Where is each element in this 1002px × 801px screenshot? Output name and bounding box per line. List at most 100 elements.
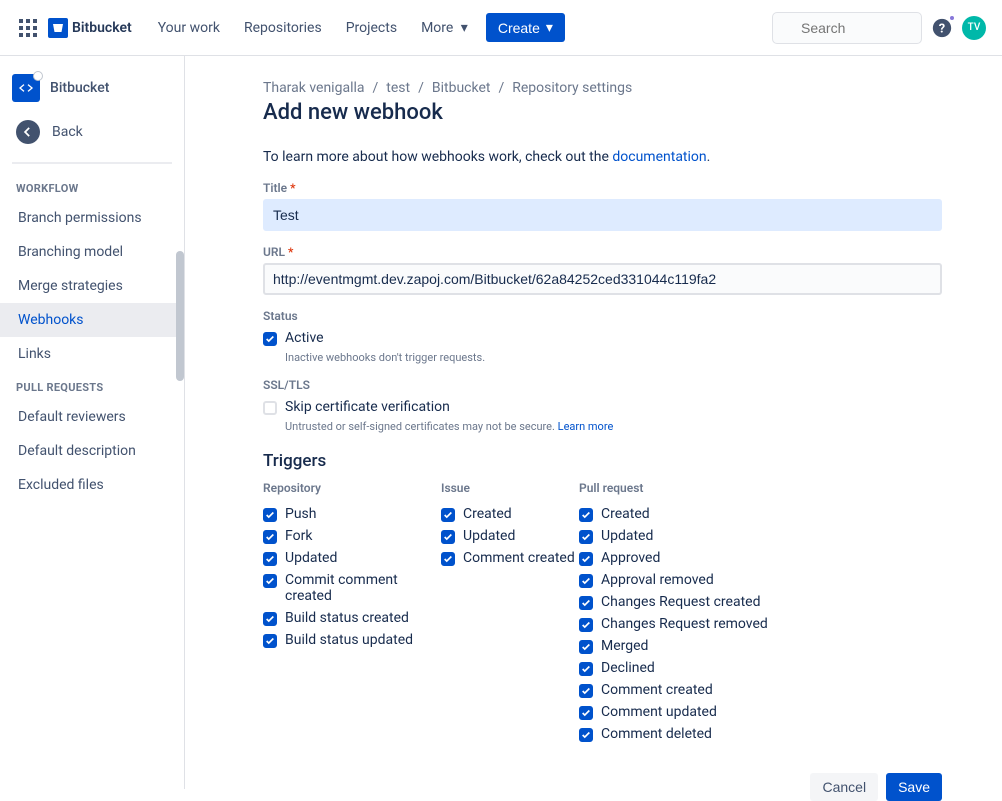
sidebar-group-pull-requests: Pull Requests <box>0 371 184 400</box>
sidebar-item-default-reviewers[interactable]: Default reviewers <box>0 400 184 434</box>
product-logo[interactable]: Bitbucket <box>48 18 132 38</box>
nav-more[interactable]: More ▾ <box>411 14 478 42</box>
sidebar-back[interactable]: Back <box>0 110 184 154</box>
create-button-label: Create <box>498 20 540 36</box>
trigger-pr-comment-deleted-label[interactable]: Comment deleted <box>601 726 712 742</box>
app-switcher-icon[interactable] <box>16 16 40 40</box>
product-name: Bitbucket <box>72 20 132 36</box>
sidebar-item-links[interactable]: Links <box>0 337 184 371</box>
trigger-pr-approval-removed-label[interactable]: Approval removed <box>601 572 714 588</box>
trigger-col-pr: Pull request Created Updated Approved Ap… <box>579 481 768 745</box>
top-navigation: Your work Repositories Projects More ▾ <box>148 14 478 42</box>
trigger-issue-comment-checkbox[interactable] <box>441 552 455 566</box>
trigger-issue-created-label[interactable]: Created <box>463 506 512 522</box>
nav-repositories[interactable]: Repositories <box>234 14 332 42</box>
nav-projects[interactable]: Projects <box>336 14 407 42</box>
save-button[interactable]: Save <box>886 773 942 801</box>
trigger-repo-fork-checkbox[interactable] <box>263 530 277 544</box>
trigger-pr-declined-label[interactable]: Declined <box>601 660 655 676</box>
trigger-pr-cr-removed-label[interactable]: Changes Request removed <box>601 616 768 632</box>
trigger-repo-build-created-label[interactable]: Build status created <box>285 610 409 626</box>
trigger-repo-build-updated-label[interactable]: Build status updated <box>285 632 413 648</box>
trigger-pr-cr-removed-checkbox[interactable] <box>579 618 593 632</box>
url-input[interactable] <box>263 263 942 295</box>
trigger-pr-approved-checkbox[interactable] <box>579 552 593 566</box>
skip-cert-checkbox-label[interactable]: Skip certificate verification <box>285 399 450 415</box>
trigger-repo-updated-label[interactable]: Updated <box>285 550 337 566</box>
trigger-pr-merged-checkbox[interactable] <box>579 640 593 654</box>
title-label-text: Title <box>263 181 287 195</box>
title-input[interactable] <box>263 199 942 231</box>
repo-icon <box>12 74 40 102</box>
trigger-repo-build-created-checkbox[interactable] <box>263 612 277 626</box>
sidebar-item-excluded-files[interactable]: Excluded files <box>0 468 184 502</box>
intro-prefix: To learn more about how webhooks work, c… <box>263 149 612 165</box>
skip-cert-checkbox[interactable] <box>263 401 277 415</box>
repo-lock-icon <box>33 71 43 81</box>
search-wrap <box>772 12 922 44</box>
trigger-pr-created-checkbox[interactable] <box>579 508 593 522</box>
create-button[interactable]: Create ▾ <box>486 13 565 42</box>
trigger-pr-comment-deleted-checkbox[interactable] <box>579 728 593 742</box>
trigger-repo-commit-comment-label[interactable]: Commit comment created <box>285 572 441 604</box>
chevron-down-icon: ▾ <box>461 20 468 36</box>
trigger-repo-commit-comment-checkbox[interactable] <box>263 574 277 588</box>
trigger-pr-approval-removed-checkbox[interactable] <box>579 574 593 588</box>
trigger-repo-push-checkbox[interactable] <box>263 508 277 522</box>
crumb-sep: / <box>498 80 504 96</box>
help-button[interactable]: ? <box>930 16 954 40</box>
crumb-owner[interactable]: Tharak venigalla <box>263 80 365 96</box>
topbar: Bitbucket Your work Repositories Project… <box>0 0 1002 56</box>
sidebar-scrollbar[interactable] <box>176 251 184 381</box>
url-label-text: URL <box>263 245 285 259</box>
trigger-hdr-repository: Repository <box>263 481 441 495</box>
learn-more-link[interactable]: Learn more <box>558 420 614 433</box>
crumb-repo[interactable]: Bitbucket <box>432 80 491 96</box>
search-input[interactable] <box>772 12 922 44</box>
documentation-link[interactable]: documentation <box>612 149 706 165</box>
trigger-pr-cr-created-label[interactable]: Changes Request created <box>601 594 760 610</box>
trigger-pr-created-label[interactable]: Created <box>601 506 650 522</box>
required-icon: * <box>285 245 293 259</box>
intro-suffix: . <box>707 149 711 165</box>
user-avatar[interactable]: TV <box>962 16 986 40</box>
title-label: Title * <box>263 181 942 195</box>
breadcrumb: Tharak venigalla / test / Bitbucket / Re… <box>263 80 942 96</box>
trigger-pr-approved-label[interactable]: Approved <box>601 550 660 566</box>
trigger-pr-comment-created-label[interactable]: Comment created <box>601 682 713 698</box>
trigger-hdr-pr: Pull request <box>579 481 768 495</box>
cancel-button[interactable]: Cancel <box>810 773 878 801</box>
trigger-issue-comment-label[interactable]: Comment created <box>463 550 575 566</box>
trigger-repo-push-label[interactable]: Push <box>285 506 317 522</box>
active-checkbox[interactable] <box>263 332 277 346</box>
ssl-helper-text: Untrusted or self-signed certificates ma… <box>285 420 558 433</box>
trigger-pr-comment-created-checkbox[interactable] <box>579 684 593 698</box>
sidebar-item-webhooks[interactable]: Webhooks <box>0 303 184 337</box>
sidebar-item-merge-strategies[interactable]: Merge strategies <box>0 269 184 303</box>
trigger-repo-build-updated-checkbox[interactable] <box>263 634 277 648</box>
trigger-pr-updated-checkbox[interactable] <box>579 530 593 544</box>
sidebar-repo-name: Bitbucket <box>50 80 109 96</box>
trigger-issue-updated-checkbox[interactable] <box>441 530 455 544</box>
sidebar-repo-header[interactable]: Bitbucket <box>0 66 184 110</box>
trigger-pr-comment-updated-checkbox[interactable] <box>579 706 593 720</box>
crumb-project[interactable]: test <box>386 80 410 96</box>
trigger-repo-fork-label[interactable]: Fork <box>285 528 312 544</box>
crumb-section[interactable]: Repository settings <box>512 80 632 96</box>
sidebar-item-branching-model[interactable]: Branching model <box>0 235 184 269</box>
field-title: Title * <box>263 181 942 231</box>
trigger-pr-comment-updated-label[interactable]: Comment updated <box>601 704 717 720</box>
sidebar-item-default-description[interactable]: Default description <box>0 434 184 468</box>
sidebar: Bitbucket Back Workflow Branch permissio… <box>0 56 185 789</box>
crumb-sep: / <box>418 80 424 96</box>
sidebar-item-branch-permissions[interactable]: Branch permissions <box>0 201 184 235</box>
nav-your-work[interactable]: Your work <box>148 14 230 42</box>
trigger-issue-updated-label[interactable]: Updated <box>463 528 515 544</box>
trigger-pr-declined-checkbox[interactable] <box>579 662 593 676</box>
trigger-repo-updated-checkbox[interactable] <box>263 552 277 566</box>
trigger-pr-merged-label[interactable]: Merged <box>601 638 648 654</box>
active-checkbox-label[interactable]: Active <box>285 330 324 346</box>
trigger-pr-cr-created-checkbox[interactable] <box>579 596 593 610</box>
trigger-issue-created-checkbox[interactable] <box>441 508 455 522</box>
trigger-pr-updated-label[interactable]: Updated <box>601 528 653 544</box>
